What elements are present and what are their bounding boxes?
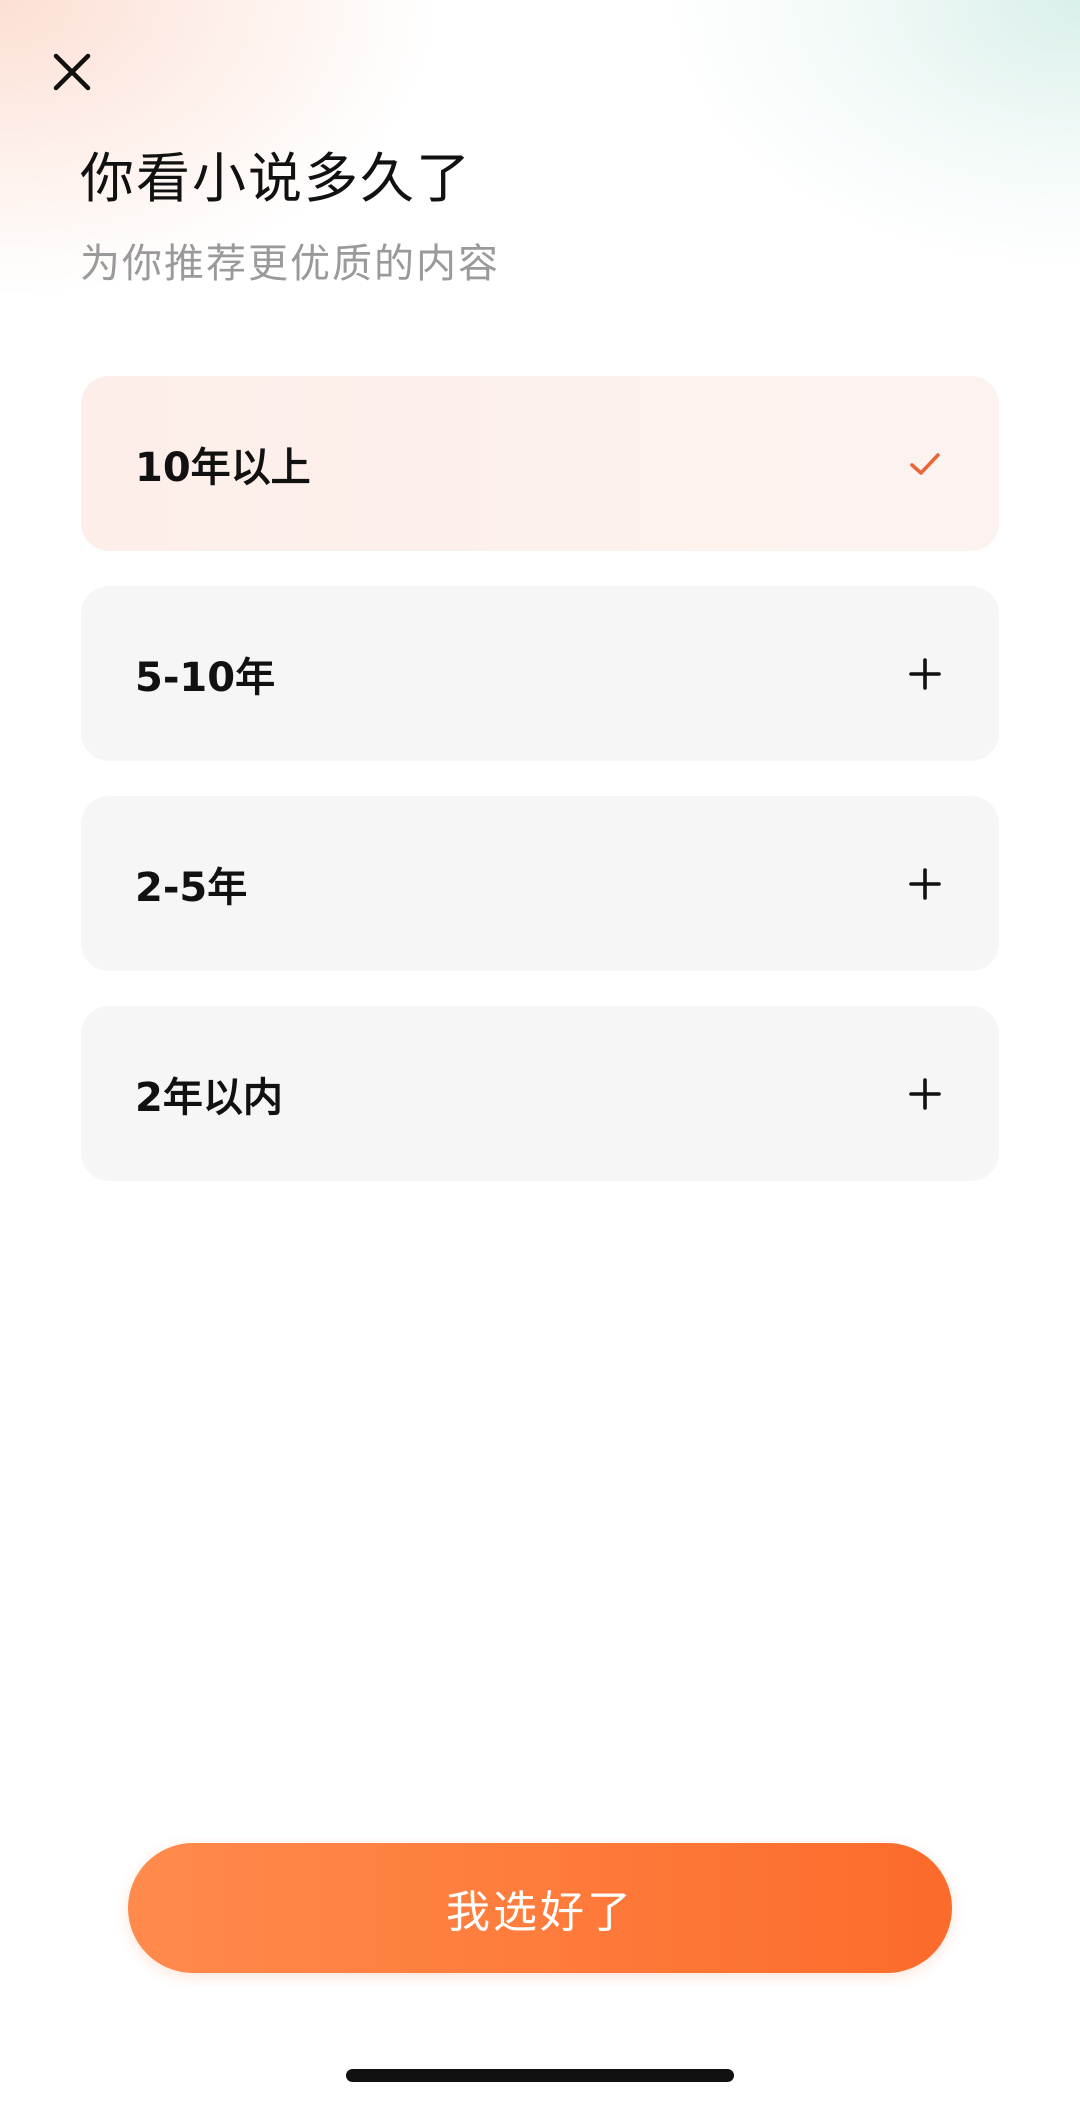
onboarding-screen: 你看小说多久了 为你推荐更优质的内容 10年以上 5-10年 2-5年 2年以内… (0, 0, 1080, 2106)
option-label: 10年以上 (135, 444, 311, 491)
page-subtitle: 为你推荐更优质的内容 (80, 241, 500, 287)
option-2-5-years[interactable]: 2-5年 (81, 796, 999, 971)
check-icon (905, 444, 945, 484)
option-5-10-years[interactable]: 5-10年 (81, 586, 999, 761)
plus-icon (905, 1074, 945, 1114)
option-label: 5-10年 (135, 654, 276, 701)
page-title: 你看小说多久了 (80, 147, 472, 210)
close-button[interactable] (44, 44, 100, 100)
option-list: 10年以上 5-10年 2-5年 2年以内 (81, 376, 999, 1216)
option-within-2-years[interactable]: 2年以内 (81, 1006, 999, 1181)
plus-icon (905, 654, 945, 694)
plus-icon (905, 864, 945, 904)
close-icon (53, 53, 91, 91)
confirm-button-label: 我选好了 (446, 1887, 634, 1938)
option-label: 2年以内 (135, 1074, 283, 1121)
home-indicator[interactable] (346, 2069, 734, 2082)
confirm-button[interactable]: 我选好了 (128, 1843, 952, 1973)
option-label: 2-5年 (135, 864, 248, 911)
option-10-plus-years[interactable]: 10年以上 (81, 376, 999, 551)
